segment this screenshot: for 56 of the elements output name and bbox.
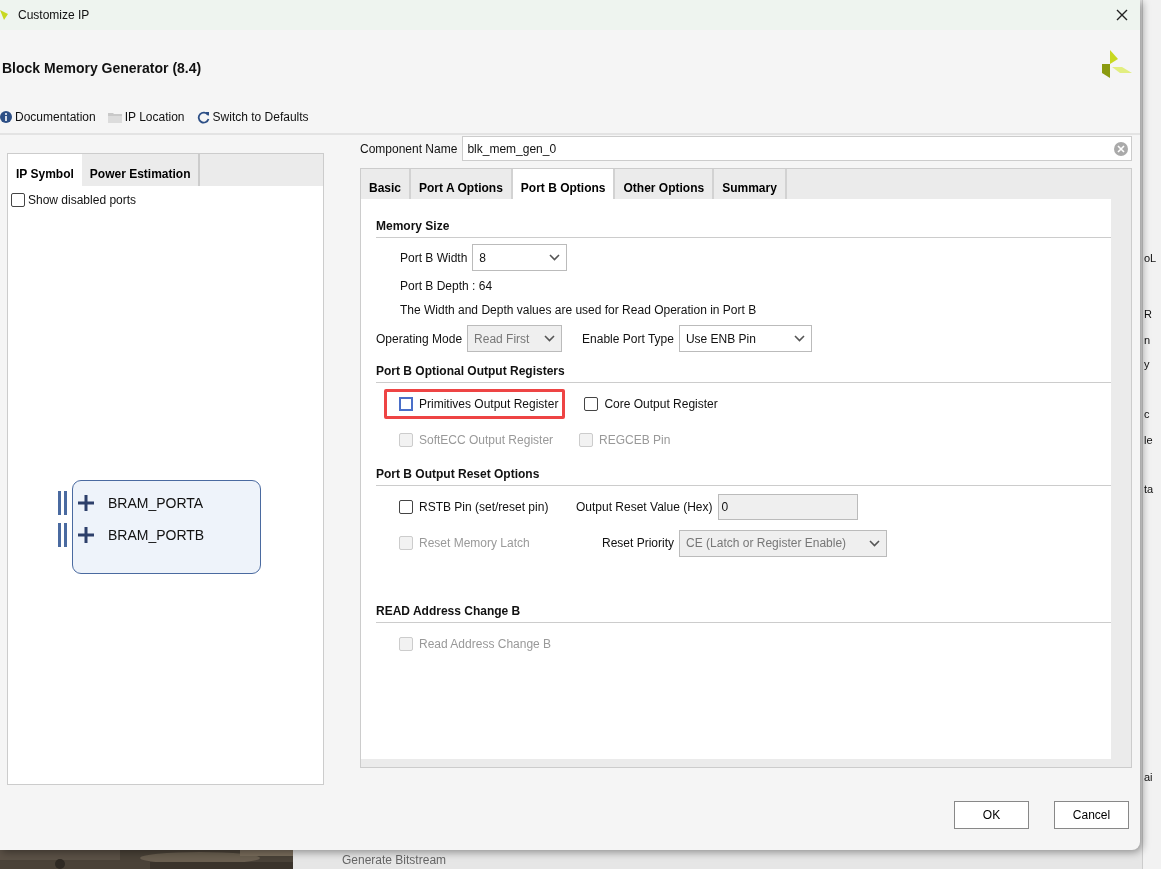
logo-icon [1100, 48, 1132, 80]
field-label: Output Reset Value (Hex) [576, 499, 713, 516]
background-text: ai [1144, 770, 1153, 785]
checkbox-label: SoftECC Output Register [419, 432, 554, 449]
section-heading: Memory Size [376, 217, 1111, 238]
field-label: Port B Width [400, 249, 468, 267]
checkbox-label: Read Address Change B [419, 636, 552, 653]
text-field[interactable]: blk_mem_gen_0 [462, 136, 1132, 161]
field-label: Enable Port Type [582, 330, 674, 348]
dialog-title: Block Memory Generator (8.4) [2, 59, 202, 78]
chevron-down-icon [544, 335, 556, 342]
checkbox-label: RSTB Pin (set/reset pin) [419, 499, 549, 516]
field-label: Operating Mode [376, 330, 463, 348]
checkbox-label: REGCEB Pin [599, 432, 671, 449]
chevron-down-icon [549, 254, 561, 261]
dialog-button[interactable]: OK [954, 800, 1029, 829]
info-text: Port B Depth : 64 [400, 278, 493, 295]
dropdown[interactable]: Use ENB Pin [678, 325, 812, 352]
window-title: Customize IP [18, 7, 90, 24]
checkbox[interactable] [399, 397, 413, 411]
task-label: Generate Bitstream [342, 852, 447, 869]
port-label: BRAM_PORTA [108, 493, 204, 513]
checkbox[interactable] [11, 193, 25, 207]
checkbox-label: Reset Memory Latch [419, 535, 530, 552]
section-heading: READ Address Change B [376, 602, 1111, 623]
field-label: Reset Priority [602, 535, 675, 552]
dropdown[interactable]: 8 [472, 244, 568, 271]
background-text: y [1144, 357, 1150, 372]
field-label: Component Name [360, 140, 458, 158]
background-text: n [1144, 333, 1151, 348]
checkbox[interactable] [584, 397, 599, 411]
chevron-down-icon [869, 539, 881, 547]
toolbar-link[interactable]: Documentation [15, 108, 96, 126]
panel-tab[interactable]: IP Symbol [8, 154, 82, 186]
port-label: BRAM_PORTB [108, 525, 205, 545]
background-text: ta [1144, 482, 1154, 497]
close-icon[interactable] [1116, 9, 1128, 21]
refresh-icon [196, 110, 210, 124]
toolbar-link[interactable]: Switch to Defaults [212, 108, 309, 126]
section-heading: Port B Output Reset Options [376, 465, 1111, 486]
checkbox-label: Show disabled ports [28, 192, 137, 209]
tab[interactable]: Port B Options [512, 169, 616, 199]
background-text: c [1144, 407, 1150, 422]
background-text: le [1144, 433, 1153, 448]
info-text: The Width and Depth values are used for Read Operation in Port B [400, 302, 757, 319]
section-heading: Port B Optional Output Registers [376, 362, 1111, 383]
checkbox[interactable] [399, 500, 413, 514]
checkbox-label: Primitives Output Register [419, 396, 559, 413]
folder-icon [107, 111, 122, 123]
checkbox-label: Core Output Register [604, 396, 718, 413]
panel-tab[interactable]: Power Estimation [81, 154, 201, 186]
chevron-down-icon [793, 335, 805, 342]
background-text: R [1144, 307, 1152, 322]
dialog-button[interactable]: Cancel [1054, 800, 1129, 829]
toolbar-link[interactable]: IP Location [124, 108, 185, 126]
background-text: oL [1144, 251, 1157, 266]
